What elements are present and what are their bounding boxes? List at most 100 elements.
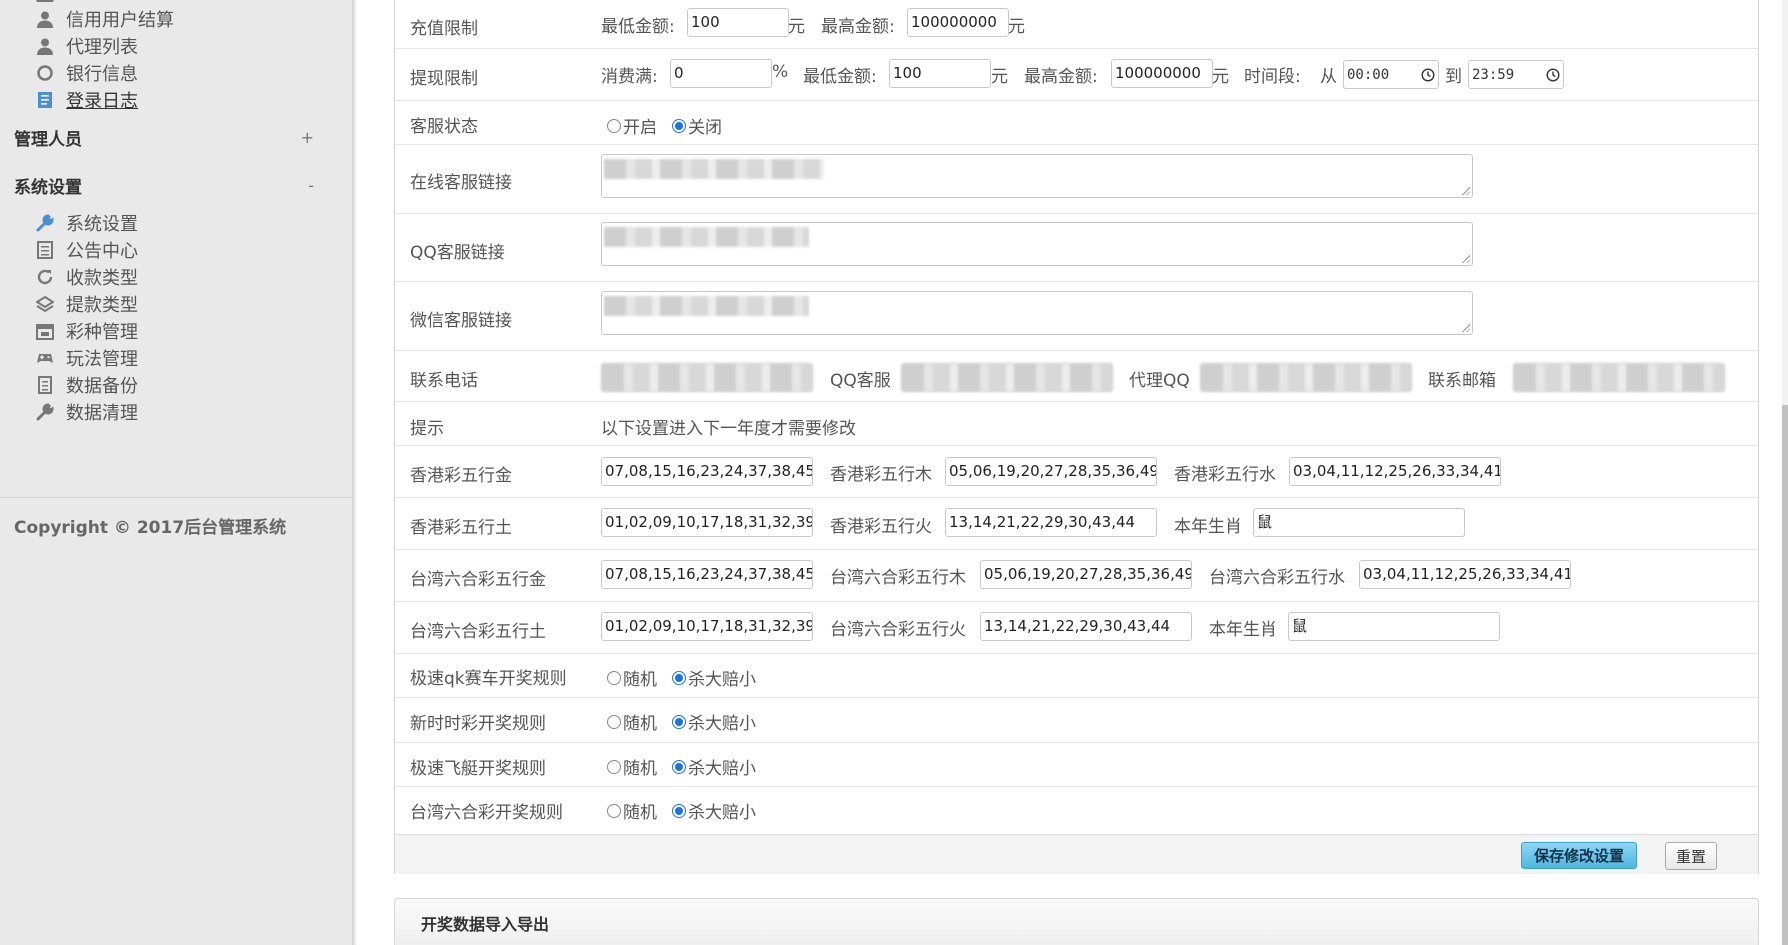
recharge-min-input[interactable]: 100 (687, 8, 789, 37)
resize-handle[interactable] (1461, 323, 1470, 332)
resize-handle[interactable] (1461, 186, 1470, 195)
email-input[interactable] (1513, 363, 1725, 392)
agent-qq-input[interactable] (1200, 363, 1412, 392)
clock-icon[interactable] (1421, 67, 1435, 82)
row-label: 客服状态 (410, 117, 478, 137)
radio-dot[interactable] (607, 118, 621, 133)
time-from-input[interactable]: 00:00 (1343, 60, 1439, 89)
random-radio[interactable]: 随机 (607, 709, 657, 734)
time-to-input[interactable]: 23:59 (1468, 60, 1564, 89)
hk-gold-input[interactable]: 07,08,15,16,23,24,37,38,45, (601, 457, 813, 486)
sidebar-item-lottery-management[interactable]: 彩种管理 (36, 318, 138, 344)
unit-label: 元 (1212, 67, 1229, 87)
expand-toggle[interactable]: + (301, 128, 314, 147)
tw-gold-input[interactable]: 07,08,15,16,23,24,37,38,45, (601, 560, 813, 589)
row-label: 台湾六合彩五行金 (410, 570, 546, 590)
row-label: 微信客服链接 (410, 311, 512, 331)
sidebar-group-admin[interactable]: 管理人员 + (14, 124, 324, 150)
cs-on-radio[interactable]: 开启 (607, 113, 657, 138)
save-settings-button[interactable]: 保存修改设置 (1521, 842, 1638, 869)
sidebar-item-announcements[interactable]: 公告中心 (36, 237, 138, 263)
wechat-cs-link-textarea[interactable] (601, 291, 1473, 335)
sidebar-group-settings[interactable]: 系统设置 - (14, 172, 324, 198)
sidebar-item-label: 提款类型 (66, 295, 138, 316)
row-rule-qk: 极速qk赛车开奖规则 随机 杀大赔小 (395, 654, 1758, 698)
row-label: 极速飞艇开奖规则 (410, 759, 546, 779)
sidebar-item-data-cleanup[interactable]: 数据清理 (36, 399, 138, 425)
sidebar-item-data-backup[interactable]: 数据备份 (36, 372, 138, 398)
sidebar-item-label: 代理列表 (66, 37, 138, 58)
sidebar-item-login-log[interactable]: 登录日志 (36, 87, 138, 113)
kill-big-radio[interactable]: 杀大赔小 (672, 665, 756, 690)
withdraw-min-input[interactable]: 100 (889, 59, 991, 88)
qq-cs-link-textarea[interactable] (601, 222, 1473, 266)
row-rule-tw: 台湾六合彩开奖规则 随机 杀大赔小 (395, 787, 1758, 834)
resize-handle[interactable] (1461, 254, 1470, 263)
max-amount-label: 最高金额: (821, 17, 895, 37)
row-hk-elements-1: 香港彩五行金 07,08,15,16,23,24,37,38,45, 香港彩五行… (395, 446, 1758, 498)
clock-icon[interactable] (1546, 67, 1560, 82)
percent-label: % (772, 62, 789, 82)
sidebar-item-payment-types[interactable]: 收款类型 (36, 264, 138, 290)
sidebar-item-agent-list[interactable]: 代理列表 (36, 33, 138, 59)
radio-dot-selected[interactable] (672, 670, 686, 685)
radio-dot-selected[interactable] (672, 714, 686, 729)
radio-label: 关闭 (688, 118, 722, 138)
qq-cs-input[interactable] (901, 363, 1113, 392)
hk-zodiac-input[interactable]: 鼠 (1253, 508, 1465, 537)
random-radio[interactable]: 随机 (607, 798, 657, 823)
tw-fire-label: 台湾六合彩五行火 (830, 620, 966, 640)
hk-wood-input[interactable]: 05,06,19,20,27,28,35,36,49 (945, 457, 1157, 486)
calendar-icon (36, 322, 54, 340)
redacted-value (604, 227, 809, 247)
tw-wood-input[interactable]: 05,06,19,20,27,28,35,36,49 (980, 560, 1192, 589)
recharge-max-input[interactable]: 100000000 (907, 8, 1009, 37)
row-withdraw-limit: 提现限制 消费满: 0 % 最低金额: 100 元 最高金额: 10000000… (395, 49, 1758, 101)
min-amount-label: 最低金额: (601, 17, 675, 37)
radio-dot-selected[interactable] (672, 759, 686, 774)
hk-water-input[interactable]: 03,04,11,12,25,26,33,34,41, (1289, 457, 1501, 486)
panel-title: 开奖数据导入导出 (421, 915, 550, 934)
online-cs-link-textarea[interactable] (601, 154, 1473, 198)
layers-icon (36, 295, 54, 313)
tw-earth-input[interactable]: 01,02,09,10,17,18,31,32,39, (601, 612, 813, 641)
radio-dot[interactable] (607, 714, 621, 729)
tw-wood-label: 台湾六合彩五行木 (830, 568, 966, 588)
sidebar-item-play-management[interactable]: 玩法管理 (36, 345, 138, 371)
tw-zodiac-input[interactable]: 鼠 (1288, 612, 1500, 641)
kill-big-radio[interactable]: 杀大赔小 (672, 798, 756, 823)
radio-dot[interactable] (607, 670, 621, 685)
tw-fire-input[interactable]: 13,14,21,22,29,30,43,44 (980, 612, 1192, 641)
kill-big-radio[interactable]: 杀大赔小 (672, 709, 756, 734)
radio-dot[interactable] (607, 759, 621, 774)
phone-input[interactable] (601, 363, 813, 392)
radio-dot[interactable] (607, 803, 621, 818)
collapse-toggle[interactable]: - (308, 176, 314, 195)
sidebar-item-credit-settlement[interactable]: 信用用户结算 (36, 6, 174, 32)
sidebar: 信用用户结算 代理列表 银行信息 登录日志 管理人员 + 系统设置 - 系统设置… (0, 0, 353, 945)
cs-off-radio[interactable]: 关闭 (672, 113, 722, 138)
random-radio[interactable]: 随机 (607, 754, 657, 779)
radio-label: 随机 (623, 670, 657, 690)
row-qq-cs-link: QQ客服链接 (395, 214, 1758, 282)
sidebar-item-system-settings[interactable]: 系统设置 (36, 210, 138, 236)
radio-dot-selected[interactable] (672, 118, 686, 133)
sidebar-shadow (353, 0, 357, 945)
withdraw-max-input[interactable]: 100000000 (1111, 59, 1213, 88)
scrollbar-thumb[interactable] (1782, 405, 1788, 945)
sidebar-item-label: 银行信息 (66, 64, 138, 85)
radio-dot-selected[interactable] (672, 803, 686, 818)
hk-earth-input[interactable]: 01,02,09,10,17,18,31,32,39, (601, 508, 813, 537)
random-radio[interactable]: 随机 (607, 665, 657, 690)
hk-fire-input[interactable]: 13,14,21,22,29,30,43,44 (945, 508, 1157, 537)
row-tw-elements-2: 台湾六合彩五行土 01,02,09,10,17,18,31,32,39, 台湾六… (395, 602, 1758, 654)
kill-big-radio[interactable]: 杀大赔小 (672, 754, 756, 779)
reset-button[interactable]: 重置 (1665, 842, 1718, 870)
sidebar-item-withdraw-types[interactable]: 提款类型 (36, 291, 138, 317)
zodiac-label: 本年生肖 (1174, 517, 1242, 537)
sidebar-item-bank-info[interactable]: 银行信息 (36, 60, 138, 86)
tw-water-input[interactable]: 03,04,11,12,25,26,33,34,41, (1359, 560, 1571, 589)
row-label: 香港彩五行土 (410, 518, 512, 538)
agent-qq-label: 代理QQ (1129, 371, 1190, 391)
consume-percent-input[interactable]: 0 (670, 59, 772, 88)
